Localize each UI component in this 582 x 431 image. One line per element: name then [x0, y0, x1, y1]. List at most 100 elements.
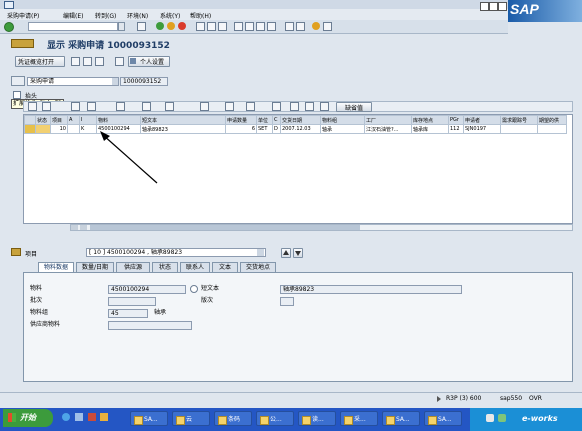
cell-status [35, 124, 51, 134]
col-header-delivery-date[interactable]: 交货日期 [280, 115, 321, 125]
print-icon[interactable] [196, 22, 205, 31]
col-header-unit[interactable]: 单位 [256, 115, 273, 125]
minimize-icon[interactable] [480, 2, 489, 11]
dropdown-icon[interactable] [118, 22, 125, 31]
taskbar-button-2[interactable]: 云 [172, 411, 210, 426]
col-header-c[interactable]: C [272, 115, 281, 125]
tab-material-data[interactable]: 物料数据 [38, 262, 74, 272]
items-find-icon[interactable] [87, 102, 96, 111]
exit-icon[interactable] [167, 22, 175, 30]
menu-item-purchase-req[interactable]: 采购申请(P) [7, 11, 39, 20]
col-header-storage[interactable]: 库存地点 [411, 115, 449, 125]
items-details-icon[interactable] [28, 102, 37, 111]
items-sort-icon[interactable] [116, 102, 125, 111]
col-header-pgr[interactable]: PGr [448, 115, 464, 125]
col-header-vendor[interactable]: 期望的供 [537, 115, 567, 125]
scroll-left-icon[interactable] [71, 225, 78, 230]
tab-quantity-dates[interactable]: 数量/日期 [76, 262, 114, 272]
last-page-icon[interactable] [267, 22, 276, 31]
taskbar-button-barcode[interactable]: 条码 [214, 411, 252, 426]
close-icon[interactable] [498, 2, 507, 11]
col-header-item[interactable]: 项目 [50, 115, 68, 125]
col-header-material[interactable]: 物料 [96, 115, 141, 125]
document-type-field[interactable]: 采购申请 [27, 77, 119, 86]
menu-item-environment[interactable]: 环境(N) [127, 11, 148, 20]
col-header-quantity[interactable]: 申请数量 [225, 115, 257, 125]
taskbar-button-6[interactable]: 采... [340, 411, 378, 426]
create-icon[interactable] [71, 57, 80, 66]
help-icon[interactable] [312, 22, 320, 30]
shortcut-icon[interactable] [296, 22, 305, 31]
col-header-plant[interactable]: 工厂 [364, 115, 412, 125]
row-select-cell[interactable] [24, 124, 36, 134]
quick-launch-ie-icon[interactable] [62, 413, 70, 421]
command-field[interactable] [28, 22, 118, 31]
items-refresh-icon[interactable] [305, 102, 314, 111]
status-expand-icon[interactable] [437, 396, 441, 402]
other-req-icon[interactable] [115, 57, 124, 66]
col-header-tracking[interactable]: 需求跟踪号 [500, 115, 538, 125]
change-icon[interactable] [83, 57, 92, 66]
scroll-right-icon[interactable] [80, 225, 87, 230]
taskbar-button-4[interactable]: 公... [256, 411, 294, 426]
tray-network-icon[interactable] [498, 414, 506, 422]
taskbar-button-sap-3[interactable]: SA... [424, 411, 462, 426]
items-subtotal-icon[interactable] [165, 102, 174, 111]
document-type-dropdown-icon[interactable] [112, 78, 118, 85]
restore-icon[interactable] [489, 2, 498, 11]
tab-contacts[interactable]: 联系人 [180, 262, 210, 272]
items-doc-icon[interactable] [290, 102, 299, 111]
items-source-icon[interactable] [320, 102, 329, 111]
menu-item-edit[interactable]: 编辑(E) [63, 11, 83, 20]
save-icon[interactable] [137, 22, 146, 31]
layout-icon[interactable] [323, 22, 332, 31]
enter-icon[interactable] [4, 22, 14, 32]
back-icon[interactable] [156, 22, 164, 30]
find-next-icon[interactable] [218, 22, 227, 31]
items-sum-icon[interactable] [142, 102, 151, 111]
next-page-icon[interactable] [256, 22, 265, 31]
find-icon[interactable] [207, 22, 216, 31]
cell-c: D [272, 124, 281, 134]
items-select-all-icon[interactable] [42, 102, 51, 111]
col-header-short-text[interactable]: 短文本 [140, 115, 226, 125]
cancel-icon[interactable] [178, 22, 186, 30]
next-item-icon [295, 251, 301, 256]
tab-texts[interactable]: 文本 [212, 262, 238, 272]
prev-page-icon[interactable] [245, 22, 254, 31]
tray-icon[interactable] [486, 414, 494, 422]
taskbar-button-sap-1[interactable]: SA... [130, 411, 168, 426]
items-layout-icon[interactable] [225, 102, 234, 111]
col-header-requisitioner[interactable]: 申请者 [463, 115, 501, 125]
header-toggle-icon[interactable] [13, 91, 21, 99]
taskbar-button-5[interactable]: 读... [298, 411, 336, 426]
col-header-material-group[interactable]: 物料组 [320, 115, 365, 125]
first-page-icon[interactable] [234, 22, 243, 31]
menu-item-system[interactable]: 系统(Y) [160, 11, 180, 20]
menu-item-goto[interactable]: 转到(G) [95, 11, 116, 20]
scroll-thumb[interactable] [90, 225, 360, 230]
tab-status[interactable]: 状态 [152, 262, 178, 272]
material-info-icon[interactable] [190, 285, 198, 293]
items-info-icon[interactable] [272, 102, 281, 111]
select-all-cell[interactable] [24, 115, 36, 125]
col-header-a[interactable]: A [67, 115, 80, 125]
item-selector-field[interactable]: [ 10 ] 4500100294 , 轴承89823 [86, 248, 266, 257]
col-header-status[interactable]: 状态 [35, 115, 51, 125]
col-header-i[interactable]: I [79, 115, 97, 125]
quick-launch-app-icon[interactable] [88, 413, 96, 421]
menu-item-help[interactable]: 帮助(H) [190, 11, 211, 20]
item-detail-toggle-icon[interactable] [11, 248, 21, 256]
new-session-icon[interactable] [285, 22, 294, 31]
tab-delivery-address[interactable]: 交货地点 [240, 262, 276, 272]
items-filter-icon[interactable] [71, 102, 80, 111]
quick-launch-desktop-icon[interactable] [75, 413, 83, 421]
items-export-icon[interactable] [200, 102, 209, 111]
tab-source-of-supply[interactable]: 供应源 [116, 262, 150, 272]
items-print-icon[interactable] [246, 102, 255, 111]
item-selector-dropdown-icon[interactable] [257, 249, 264, 256]
display-icon[interactable] [95, 57, 104, 66]
quick-launch-app2-icon[interactable] [100, 413, 108, 421]
taskbar-button-sap-2[interactable]: SA... [382, 411, 420, 426]
cell-unit: SET [256, 124, 273, 134]
